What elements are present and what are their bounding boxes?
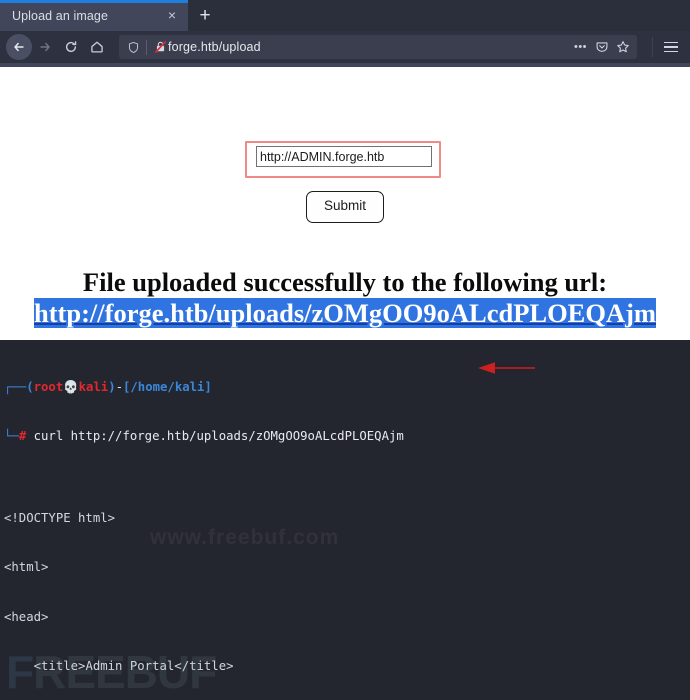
prompt-user: root [33,379,64,394]
prompt-open-paren: ( [26,379,34,394]
terminal-output-line: <html> [4,560,49,575]
tab-strip: Upload an image × + [0,0,690,31]
prompt-corner-bottom: └─ [4,429,19,444]
upload-result: File uploaded successfully to the follow… [0,267,690,330]
address-bar[interactable]: forge.htb/upload ••• [119,35,637,59]
crossed-out-lock-icon[interactable] [153,40,168,55]
browser-chrome: Upload an image × + forge.htb/upload ••• [0,0,690,67]
submit-button[interactable]: Submit [305,191,385,223]
result-heading: File uploaded successfully to the follow… [82,267,608,297]
new-tab-button[interactable]: + [188,0,222,31]
close-icon[interactable]: × [162,6,182,26]
navigation-toolbar: forge.htb/upload ••• [0,31,690,63]
prompt-path: [/home/kali] [123,379,212,394]
back-arrow-icon[interactable] [6,34,32,60]
prompt-host: kali [78,379,109,394]
hamburger-bars [661,41,681,53]
forward-arrow-icon[interactable] [32,34,58,60]
skull-icon: 💀 [63,379,79,394]
screenshot-root: Upload an image × + forge.htb/upload •••… [0,0,690,700]
annotation-arrow-icon [478,362,535,374]
address-bar-divider [146,39,147,55]
toolbar-divider [652,37,653,57]
more-options-icon[interactable]: ••• [570,37,591,58]
url-text[interactable]: forge.htb/upload [168,40,570,54]
terminal-output-line: <title>Admin Portal</title> [4,658,234,673]
terminal-window[interactable]: ┌──(root💀kali)-[/home/kali] └─# curl htt… [0,340,690,700]
terminal-output: <!DOCTYPE html> <html> <head> <title>Adm… [4,477,690,700]
uploaded-file-link[interactable]: http://forge.htb/uploads/zOMgOO9oALcdPLO… [33,298,657,329]
pocket-icon[interactable] [591,37,612,58]
prompt-dash: - [115,379,123,394]
browser-tab-upload-an-image[interactable]: Upload an image × [0,0,188,31]
terminal-prompt-line-2: └─# curl http://forge.htb/uploads/zOMgOO… [4,428,690,444]
submit-button-wrapper: Submit [0,191,690,223]
prompt-close-paren: ) [108,379,116,394]
shield-icon[interactable] [126,40,141,55]
terminal-command: curl http://forge.htb/uploads/zOMgOO9oAL… [33,429,404,444]
tab-strip-filler [222,0,690,31]
reload-icon[interactable] [58,34,84,60]
tab-title: Upload an image [12,8,109,23]
page-content: Submit File uploaded successfully to the… [0,67,690,347]
prompt-corner-top: ┌── [4,379,27,394]
home-icon[interactable] [84,34,110,60]
terminal-output-line: <!DOCTYPE html> [4,511,116,526]
terminal-output-line: <head> [4,609,49,624]
terminal-prompt-line-1: ┌──(root💀kali)-[/home/kali] [4,379,690,395]
star-icon[interactable] [612,37,633,58]
url-input-field[interactable] [256,146,432,167]
hamburger-menu-icon[interactable] [658,34,684,60]
